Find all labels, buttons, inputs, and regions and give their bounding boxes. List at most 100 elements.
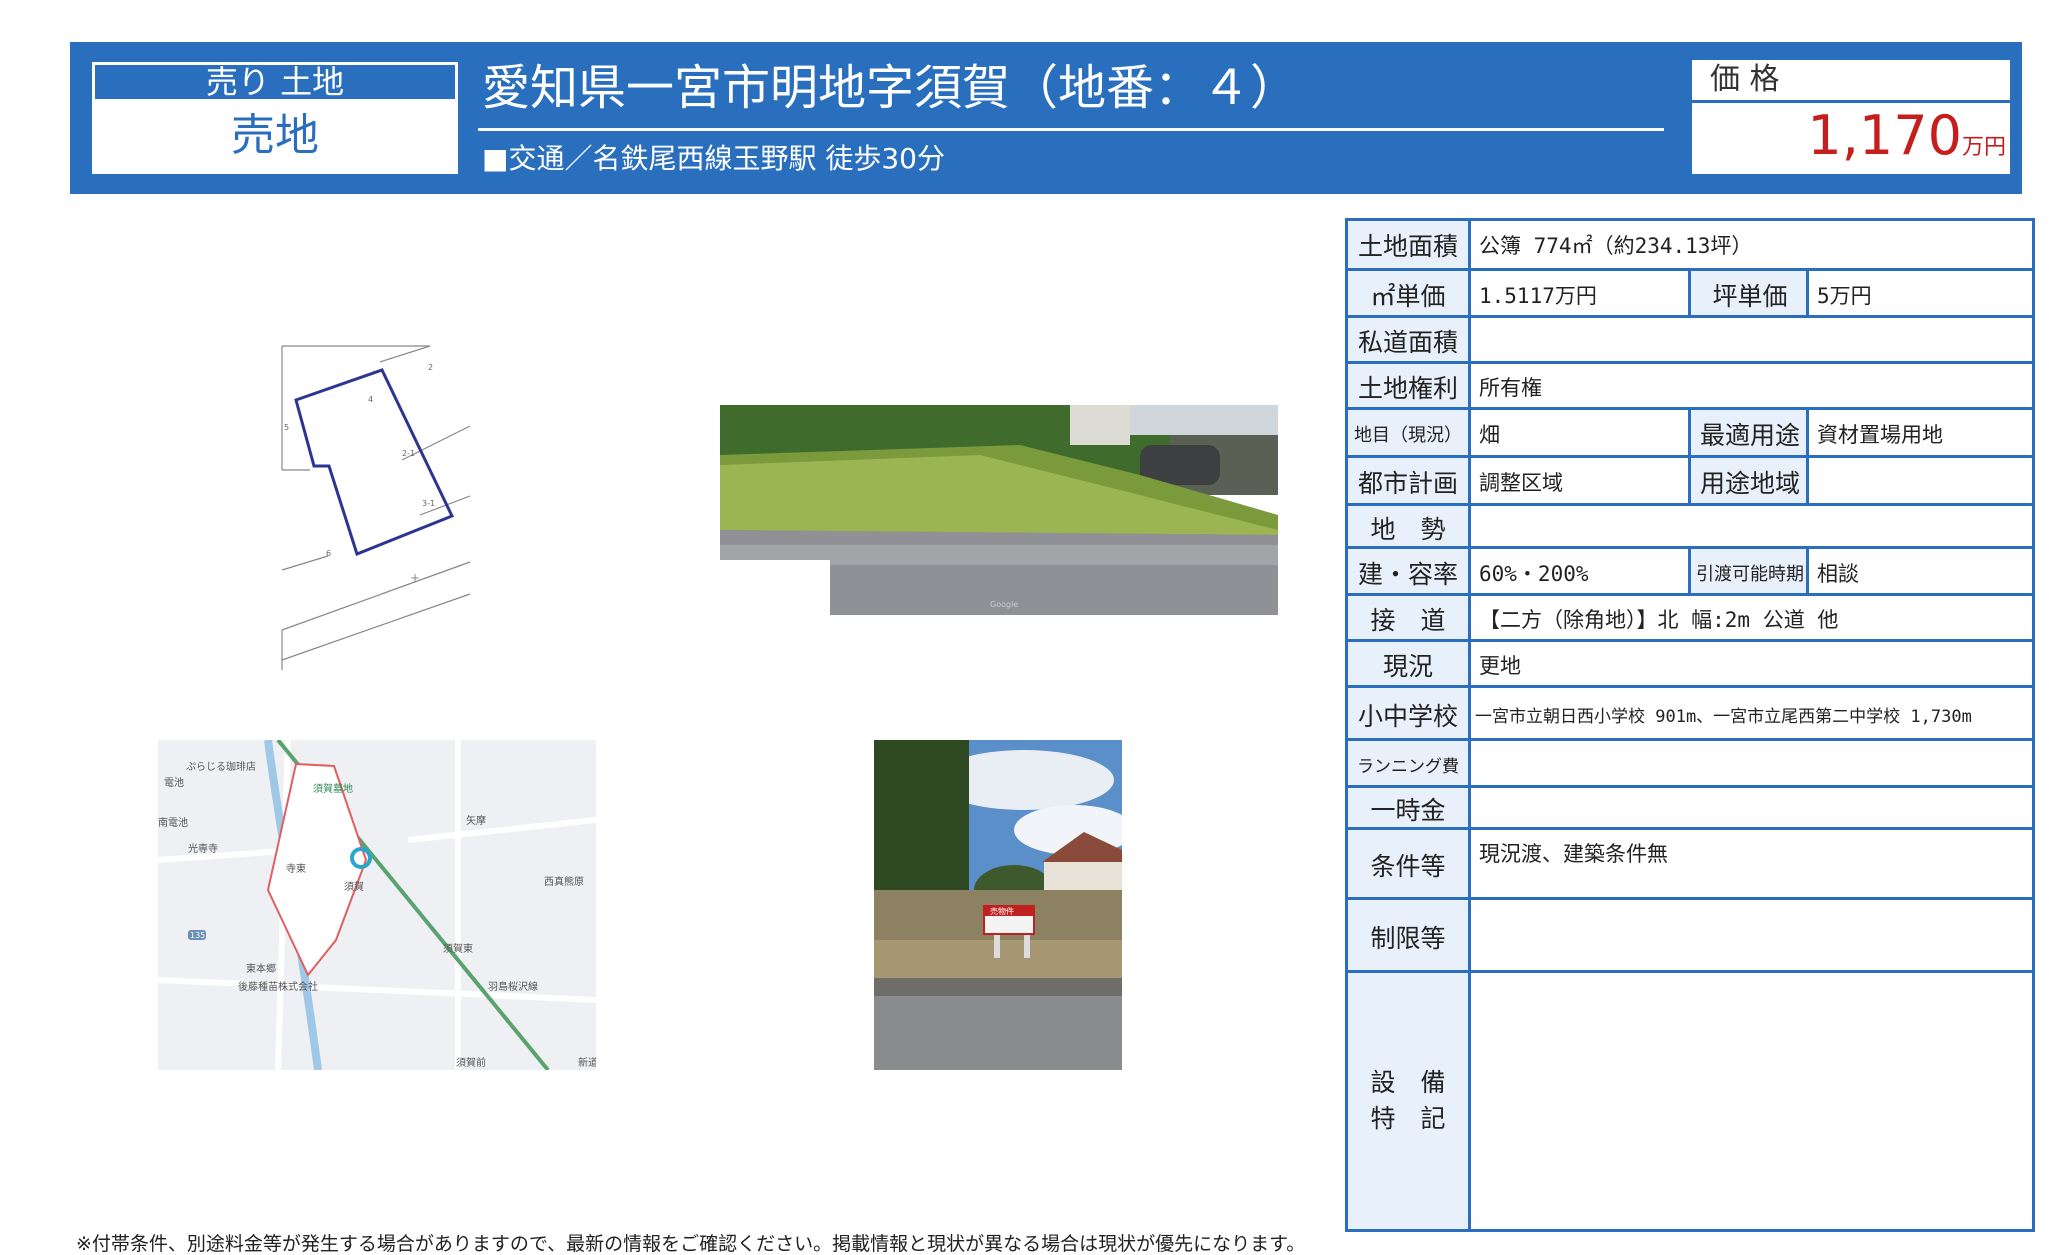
road-value: 【二方（除角地）】北 幅:2m 公道 他	[1468, 596, 2032, 642]
price-unit: 万円	[1961, 135, 2006, 160]
row-restrictions: 制限等	[1348, 897, 2032, 973]
land-area-label: 土地面積	[1348, 221, 1468, 268]
price-value-wrap: 1,170万円	[1692, 103, 2010, 169]
map-label-haneshima: 羽島桜沢線	[488, 980, 538, 993]
sqm-price-label: ㎡単価	[1348, 271, 1468, 318]
conditions-label: 条件等	[1348, 830, 1468, 900]
terrain-label: 地 勢	[1348, 506, 1468, 549]
land-category-label: 地目（現況）	[1348, 410, 1468, 458]
plot-label-4: 4	[368, 395, 373, 404]
plot-label-3-1: 3-1	[422, 499, 435, 508]
restrictions-value	[1468, 900, 2032, 973]
map-label-denchi: 電池	[164, 776, 184, 789]
price-box: 価 格 1,170万円	[1692, 60, 2010, 174]
schools-label: 小中学校	[1348, 688, 1468, 741]
row-coverage: 建・容率 60%・200% 引渡可能時期 相談	[1348, 546, 2032, 596]
private-road-value	[1468, 318, 2032, 364]
row-road: 接 道 【二方（除角地）】北 幅:2m 公道 他	[1348, 593, 2032, 642]
handover-label: 引渡可能時期	[1688, 549, 1809, 596]
plot-label-2-1: 2-1	[402, 449, 415, 458]
zoning-value	[1806, 458, 2032, 506]
terrain-value	[1468, 506, 2032, 549]
tsubo-price-value: 5万円	[1806, 271, 2032, 318]
coverage-value: 60%・200%	[1468, 549, 1688, 596]
restrictions-label: 制限等	[1348, 900, 1468, 973]
tsubo-price-label: 坪単価	[1688, 271, 1809, 318]
row-facilities: 設 備 特 記	[1348, 970, 2032, 1229]
map-label-kotei: 光専寺	[188, 842, 218, 855]
area-map: ぷらじる珈琲店 須賀墓地 光専寺 須賀 須賀東 東本郷 後藤種苗株式会社 矢摩 …	[158, 740, 596, 1070]
map-label-nishimaki: 西真熊原	[544, 875, 584, 888]
lump-sum-value	[1468, 788, 2032, 830]
map-label-suga-east: 須賀東	[443, 942, 473, 955]
map-label-minami-denchi: 南電池	[158, 816, 188, 829]
land-category-value: 畑	[1468, 410, 1688, 458]
schools-value: 一宮市立朝日西小学校 901m、一宮市立尾西第二中学校 1,730m	[1468, 688, 2032, 741]
map-label-cemetery: 須賀墓地	[313, 782, 353, 795]
facilities-label-1: 設 備	[1370, 1068, 1446, 1097]
row-private-road: 私道面積	[1348, 315, 2032, 364]
plot-label-2: 2	[428, 363, 433, 372]
plot-label-6: 6	[326, 549, 331, 558]
handover-value: 相談	[1806, 549, 2032, 596]
row-unit-price: ㎡単価 1.5117万円 坪単価 5万円	[1348, 268, 2032, 318]
row-schools: 小中学校 一宮市立朝日西小学校 901m、一宮市立尾西第二中学校 1,730m	[1348, 685, 2032, 741]
row-city-plan: 都市計画 調整区域 用途地域	[1348, 455, 2032, 506]
map-label-shinden: 新道	[578, 1056, 596, 1069]
row-terrain: 地 勢	[1348, 503, 2032, 549]
plot-label-5: 5	[284, 423, 289, 432]
plot-diagram: 2 4 2-1 3-1 5 6 +	[270, 330, 480, 680]
best-use-value: 資材置場用地	[1806, 410, 2032, 458]
title-divider	[478, 128, 1664, 131]
row-land-rights: 土地権利 所有権	[1348, 361, 2032, 410]
best-use-label: 最適用途	[1688, 410, 1809, 458]
row-running-cost: ランニング費	[1348, 738, 2032, 788]
map-label-seed-company: 後藤種苗株式会社	[238, 980, 318, 993]
status-value: 更地	[1468, 642, 2032, 688]
status-label: 現況	[1348, 642, 1468, 688]
price-value: 1,170	[1807, 104, 1962, 167]
map-label-higashi-hongo: 東本郷	[246, 962, 276, 975]
map-label-temple-east: 寺東	[286, 862, 306, 875]
sign-text: 売物件	[990, 906, 1014, 916]
row-lump-sum: 一時金	[1348, 785, 2032, 830]
sqm-price-value: 1.5117万円	[1468, 271, 1688, 318]
map-label-suga-mae: 須賀前	[456, 1056, 486, 1069]
field-photo-street: Google	[720, 405, 1278, 615]
running-cost-label: ランニング費	[1348, 741, 1468, 788]
road-label: 接 道	[1348, 596, 1468, 642]
category-box: 売り 土地 売地	[92, 62, 458, 174]
svg-text:+: +	[410, 571, 420, 585]
lump-sum-label: 一時金	[1348, 788, 1468, 830]
map-label-suga: 須賀	[344, 881, 364, 893]
map-route-shield: 135	[190, 931, 205, 940]
land-rights-value: 所有権	[1468, 364, 2032, 410]
zoning-label: 用途地域	[1688, 458, 1809, 506]
conditions-value: 現況渡、建築条件無	[1468, 830, 2032, 900]
property-title: 愛知県一宮市明地字須賀（地番：４）	[482, 60, 1299, 116]
footnote: ※付帯条件、別途料金等が発生する場合がありますので、最新の情報をご確認ください。…	[76, 1233, 1306, 1255]
land-area-value: 公簿 774㎡（約234.13坪）	[1468, 221, 2032, 268]
field-photo-sign: 売物件	[874, 740, 1122, 1070]
price-label: 価 格	[1692, 60, 2010, 103]
category-type: 売り 土地	[92, 62, 458, 102]
city-plan-value: 調整区域	[1468, 458, 1688, 506]
private-road-label: 私道面積	[1348, 318, 1468, 364]
facilities-label: 設 備 特 記	[1348, 973, 1468, 1229]
city-plan-label: 都市計画	[1348, 458, 1468, 506]
row-conditions: 条件等 現況渡、建築条件無	[1348, 827, 2032, 900]
map-label-cafe: ぷらじる珈琲店	[186, 760, 256, 773]
row-land-category: 地目（現況） 畑 最適用途 資材置場用地	[1348, 407, 2032, 458]
access-info: ■交通／名鉄尾西線玉野駅 徒歩30分	[482, 142, 945, 175]
map-label-yanou: 矢摩	[466, 814, 486, 827]
header-banner: 売り 土地 売地 愛知県一宮市明地字須賀（地番：４） ■交通／名鉄尾西線玉野駅 …	[70, 42, 2022, 194]
svg-text:Google: Google	[990, 600, 1018, 609]
row-status: 現況 更地	[1348, 639, 2032, 688]
running-cost-value	[1468, 741, 2032, 788]
facilities-value	[1468, 973, 2032, 1229]
category-main: 売地	[231, 110, 319, 161]
land-rights-label: 土地権利	[1348, 364, 1468, 410]
row-land-area: 土地面積 公簿 774㎡（約234.13坪）	[1348, 221, 2032, 268]
facilities-label-2: 特 記	[1370, 1104, 1446, 1133]
coverage-label: 建・容率	[1348, 549, 1468, 596]
